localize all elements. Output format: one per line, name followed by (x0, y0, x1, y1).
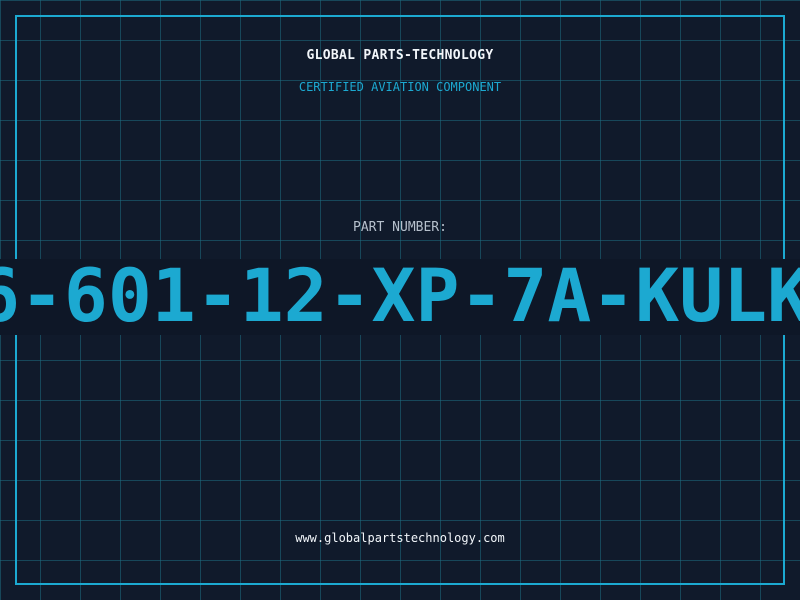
website-url[interactable]: www.globalpartstechnology.com (0, 531, 800, 545)
part-number-value: 6-601-12-XP-7A-KULK (0, 259, 800, 335)
part-label-card: GLOBAL PARTS-TECHNOLOGY CERTIFIED AVIATI… (0, 0, 800, 600)
part-number-label: PART NUMBER: (353, 220, 447, 235)
company-name: GLOBAL PARTS-TECHNOLOGY (306, 48, 494, 63)
certification-tagline: CERTIFIED AVIATION COMPONENT (298, 80, 502, 94)
part-number-band: 6-601-12-XP-7A-KULK (0, 259, 800, 335)
